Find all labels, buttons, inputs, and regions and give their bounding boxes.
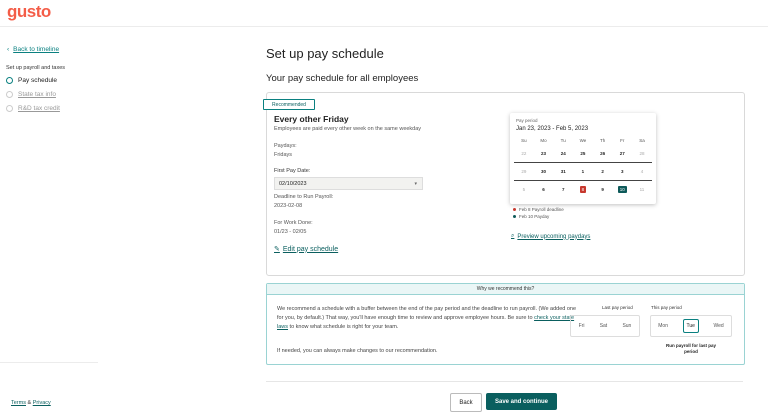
step-circle-icon bbox=[6, 91, 13, 98]
step-circle-icon bbox=[6, 105, 13, 112]
calendar-day: 5 bbox=[522, 187, 526, 192]
calendar-day: 6 bbox=[542, 187, 545, 192]
calendar-day: 7 bbox=[561, 187, 565, 192]
calendar-day: 29 bbox=[521, 169, 527, 174]
sidebar-section-heading: Set up payroll and taxes bbox=[6, 65, 66, 71]
calendar-day-payday: 10 bbox=[617, 186, 627, 193]
last-pay-period-days: Fri Sat Sun bbox=[570, 315, 640, 337]
terms-link[interactable]: Terms bbox=[11, 400, 26, 406]
calendar-day: 1 bbox=[581, 169, 585, 174]
edit-pay-schedule-link[interactable]: ✎ Edit pay schedule bbox=[274, 245, 338, 254]
last-pay-period-label: Last pay period bbox=[602, 305, 633, 310]
calendar-day: 4 bbox=[640, 169, 644, 174]
calendar-week-row: 5 6 7 8 9 10 11 bbox=[514, 181, 652, 198]
deadline-value: 2023-02-08 bbox=[274, 203, 303, 209]
legend-payday: Feb 10 Payday bbox=[513, 214, 549, 219]
paydays-label: Paydays: bbox=[274, 143, 297, 149]
calendar-range: Jan 23, 2023 - Feb 5, 2023 bbox=[516, 126, 589, 132]
weekday-label: Sa bbox=[639, 138, 645, 143]
calendar-week-row: 29 30 31 1 2 3 4 bbox=[514, 163, 652, 181]
calendar-day: 30 bbox=[541, 169, 547, 174]
back-button[interactable]: Back bbox=[450, 393, 482, 412]
calendar-day: 24 bbox=[560, 151, 566, 156]
calendar-day: 11 bbox=[639, 187, 645, 192]
calendar-weekday-row: Su Mo Tu We Th Fr Sa bbox=[514, 136, 652, 145]
pencil-icon: ✎ bbox=[274, 246, 280, 253]
calendar-day: 26 bbox=[600, 151, 606, 156]
chevron-left-icon: ‹ bbox=[7, 46, 10, 53]
sidebar: ‹ Back to timeline Set up payroll and tax… bbox=[0, 27, 100, 412]
save-and-continue-button[interactable]: Save and continue bbox=[486, 393, 557, 410]
calendar-day-deadline: 8 bbox=[579, 186, 587, 193]
schedule-name: Every other Friday bbox=[274, 114, 349, 124]
sidebar-step-rd-tax-credit[interactable]: R&D tax credit bbox=[6, 105, 60, 112]
sidebar-step-pay-schedule[interactable]: Pay schedule bbox=[6, 77, 57, 84]
first-pay-date-select[interactable]: 02/10/2023 ▾ bbox=[274, 177, 423, 190]
weekday-label: Tu bbox=[560, 138, 566, 143]
calendar-day: 22 bbox=[521, 151, 527, 156]
teal-dot-icon bbox=[513, 215, 516, 218]
work-done-value: 01/23 - 02/05 bbox=[274, 229, 307, 235]
gusto-logo[interactable]: gusto bbox=[7, 2, 51, 22]
deadline-label: Deadline to Run Payroll: bbox=[274, 194, 334, 200]
footer-links: Terms & Privacy bbox=[11, 400, 51, 406]
selected-run-day: Tue bbox=[682, 319, 699, 333]
schedule-description: Employees are paid every other week on t… bbox=[274, 126, 422, 132]
search-icon: ⌕ bbox=[511, 233, 515, 239]
page-title: Set up pay schedule bbox=[266, 46, 384, 61]
this-pay-period-label: This pay period bbox=[651, 305, 682, 310]
calendar-day: 3 bbox=[621, 169, 624, 174]
this-pay-period-days: Mon Tue Wed bbox=[650, 315, 732, 337]
red-dot-icon bbox=[513, 208, 516, 211]
privacy-link[interactable]: Privacy bbox=[33, 400, 51, 406]
calendar-day: 23 bbox=[541, 151, 547, 156]
calendar-week-row: 22 23 24 25 26 27 28 bbox=[514, 145, 652, 163]
weekday-label: Fr bbox=[620, 138, 625, 143]
paydays-value: Fridays bbox=[274, 152, 293, 158]
run-payroll-note: Run payroll for last pay period bbox=[666, 343, 717, 354]
sidebar-step-state-tax-info[interactable]: State tax info bbox=[6, 91, 56, 98]
calendar-label: Pay period bbox=[516, 118, 538, 123]
section-title: Your pay schedule for all employees bbox=[266, 73, 419, 84]
calendar-day: 28 bbox=[639, 151, 645, 156]
calendar-day: 2 bbox=[601, 169, 604, 174]
why-recommend-heading: Why we recommend this? bbox=[267, 284, 744, 295]
preview-upcoming-paydays-link[interactable]: ⌕ Preview upcoming paydays bbox=[511, 233, 590, 240]
pay-period-calendar: Pay period Jan 23, 2023 - Feb 5, 2023 Su… bbox=[510, 113, 656, 204]
calendar-day: 25 bbox=[580, 151, 586, 156]
first-pay-date-label: First Pay Date: bbox=[274, 168, 311, 174]
weekday-label: We bbox=[579, 138, 587, 143]
calendar-grid: Su Mo Tu We Th Fr Sa 22 23 24 25 26 27 2… bbox=[514, 136, 652, 198]
legend-deadline: Feb 8 Payroll deadline bbox=[513, 207, 564, 212]
why-recommend-note: If needed, you can always make changes t… bbox=[277, 348, 438, 354]
sidebar-footer-divider bbox=[0, 362, 98, 363]
calendar-day: 9 bbox=[601, 187, 604, 192]
recommended-badge: Recommended bbox=[263, 99, 315, 110]
why-recommend-text: We recommend a schedule with a buffer be… bbox=[277, 306, 577, 330]
weekday-label: Su bbox=[521, 138, 527, 143]
back-to-timeline-link[interactable]: ‹ Back to timeline bbox=[7, 46, 59, 53]
step-circle-icon bbox=[6, 77, 13, 84]
calendar-day: 27 bbox=[619, 151, 625, 156]
calendar-day: 31 bbox=[560, 169, 566, 174]
weekday-label: Th bbox=[599, 138, 606, 143]
chevron-down-icon: ▾ bbox=[414, 181, 417, 187]
work-done-label: For Work Done: bbox=[274, 220, 313, 226]
weekday-label: Mo bbox=[540, 138, 547, 143]
bottom-divider bbox=[266, 381, 743, 382]
top-bar: gusto bbox=[0, 0, 768, 27]
